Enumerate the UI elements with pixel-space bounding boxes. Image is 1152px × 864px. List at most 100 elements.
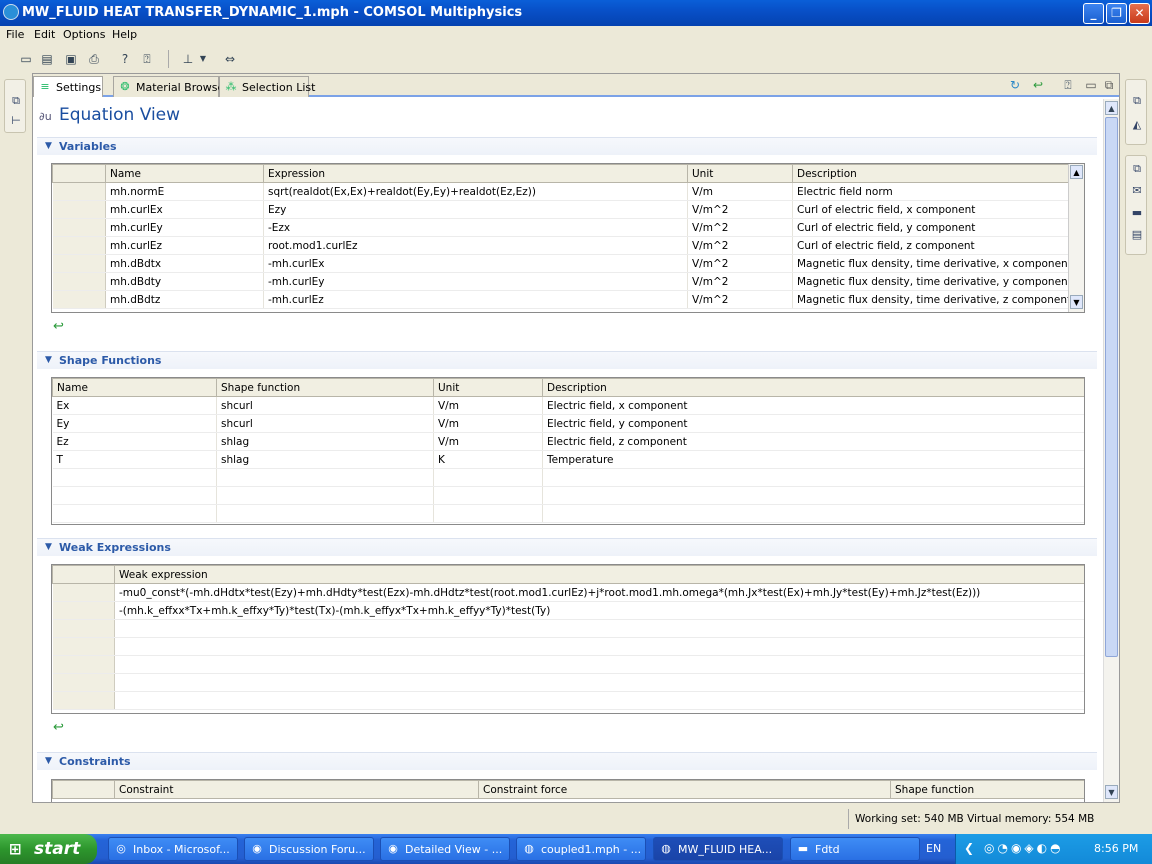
- settings-scrollbar[interactable]: ▲ ▼: [1103, 99, 1119, 802]
- tray-icons[interactable]: ◎◔◉◈◐◓: [984, 841, 1064, 855]
- chevron-down-icon[interactable]: ▼: [198, 51, 208, 67]
- table-row[interactable]: -(mh.k_effxx*Tx+mh.k_effxy*Ty)*test(Tx)-…: [52, 601, 1084, 620]
- col-header-name[interactable]: Name: [105, 164, 264, 183]
- table-row[interactable]: mh.normE sqrt(realdot(Ex,Ex)+realdot(Ey,E…: [52, 182, 1069, 201]
- taskbar-item-mw-fluid[interactable]: ◍ MW_FLUID HEA...: [653, 837, 783, 861]
- taskbar-item-discussion-forum[interactable]: ◉ Discussion Foru...: [244, 837, 374, 861]
- scroll-thumb[interactable]: [1105, 117, 1118, 657]
- menu-edit[interactable]: Edit: [34, 28, 55, 41]
- table-row[interactable]: mh.curlEz root.mod1.curlEz V/m^2 Curl of el…: [52, 236, 1069, 255]
- table-row[interactable]: mh.curlEy -Ezx V/m^2 Curl of electric field…: [52, 218, 1069, 237]
- section-shape-functions[interactable]: ▼ Shape Functions: [37, 351, 1097, 369]
- messages-icon[interactable]: ✉: [1130, 184, 1144, 198]
- print-icon[interactable]: ⎙: [86, 51, 102, 67]
- variables-scrollbar[interactable]: ▲ ▼: [1068, 164, 1084, 312]
- table-row[interactable]: mh.curlEx Ezy V/m^2 Curl of electric field,…: [52, 200, 1069, 219]
- col-header-shape-function[interactable]: Shape function: [890, 780, 1084, 799]
- close-button[interactable]: ✕: [1129, 3, 1150, 24]
- taskbar-item-coupled1[interactable]: ◍ coupled1.mph - ...: [516, 837, 646, 861]
- table-row[interactable]: Ex shcurl V/m Electric field, x component: [52, 396, 1084, 415]
- collapse-triangle-icon[interactable]: ▼: [45, 756, 52, 766]
- refresh-icon[interactable]: ↻: [1007, 77, 1023, 93]
- collapse-triangle-icon[interactable]: ▼: [45, 542, 52, 552]
- section-variables[interactable]: ▼ Variables: [37, 137, 1097, 155]
- col-header-constraint-force[interactable]: Constraint force: [478, 780, 891, 799]
- minimize-button[interactable]: _: [1083, 3, 1104, 24]
- cell-name: mh.curlEx: [105, 200, 264, 219]
- restore-icon[interactable]: ⧉: [9, 94, 23, 108]
- model-builder-icon[interactable]: ⊢: [9, 114, 23, 128]
- row-header[interactable]: [52, 218, 106, 237]
- help-icon[interactable]: ?: [117, 51, 133, 67]
- col-header-unit[interactable]: Unit: [433, 378, 543, 397]
- new-file-icon[interactable]: ▭: [18, 51, 34, 67]
- layout-icon[interactable]: ⇔: [222, 51, 238, 67]
- restore-icon[interactable]: ⧉: [1130, 94, 1144, 108]
- cell-name: mh.dBdty: [105, 272, 264, 291]
- scroll-up-icon[interactable]: ▲: [1105, 101, 1118, 115]
- col-header-shape-function[interactable]: Shape function: [216, 378, 434, 397]
- tray-expand-icon[interactable]: ❮: [964, 841, 974, 855]
- col-header-description[interactable]: Description: [792, 164, 1069, 183]
- row-header[interactable]: [52, 272, 106, 291]
- section-weak-expressions[interactable]: ▼ Weak Expressions: [37, 538, 1097, 556]
- log-icon[interactable]: ▤: [1130, 228, 1144, 242]
- tab-label: Selection List: [242, 81, 316, 94]
- reset-icon[interactable]: ↩: [53, 319, 64, 334]
- row-header[interactable]: [52, 290, 106, 309]
- comsol-app-icon[interactable]: [3, 4, 19, 20]
- menu-options[interactable]: Options: [63, 28, 105, 41]
- scroll-up-icon[interactable]: ▲: [1070, 165, 1083, 179]
- taskbar-item-detailed-view[interactable]: ◉ Detailed View - ...: [380, 837, 510, 861]
- brush-icon[interactable]: ⊥: [180, 51, 196, 67]
- language-indicator[interactable]: EN: [926, 842, 941, 855]
- help-icon[interactable]: ⍰: [1060, 77, 1076, 93]
- progress-icon[interactable]: ▬: [1130, 206, 1144, 220]
- maximize-view-icon[interactable]: ⧉: [1101, 77, 1117, 93]
- undo-icon[interactable]: ↩: [1030, 77, 1046, 93]
- table-row[interactable]: Ey shcurl V/m Electric field, y component: [52, 414, 1084, 433]
- row-header[interactable]: [52, 583, 115, 602]
- tab-selection-list[interactable]: ⁂ Selection List: [219, 76, 315, 97]
- reset-icon[interactable]: ↩: [53, 720, 64, 735]
- context-help-icon[interactable]: ⍰: [139, 51, 155, 67]
- row-header[interactable]: [52, 254, 106, 273]
- menu-file[interactable]: File: [6, 28, 24, 41]
- scroll-down-icon[interactable]: ▼: [1105, 785, 1118, 799]
- taskbar-item-fdtd[interactable]: ▬ Fdtd: [790, 837, 920, 861]
- row-header[interactable]: [52, 236, 106, 255]
- scroll-down-icon[interactable]: ▼: [1070, 295, 1083, 309]
- tab-settings[interactable]: ≡ Settings: [33, 76, 103, 97]
- table-row[interactable]: mh.dBdtx -mh.curlEx V/m^2 Magnetic flux den…: [52, 254, 1069, 273]
- minimize-view-icon[interactable]: ▭: [1083, 77, 1099, 93]
- row-header[interactable]: [52, 182, 106, 201]
- table-row[interactable]: mh.dBdtz -mh.curlEz V/m^2 Magnetic flux den…: [52, 290, 1069, 309]
- menu-help[interactable]: Help: [112, 28, 137, 41]
- col-header-constraint[interactable]: Constraint: [114, 780, 479, 799]
- window-title: MW_FLUID HEAT TRANSFER_DYNAMIC_1.mph - C…: [22, 5, 523, 20]
- graphics-icon[interactable]: ◭: [1130, 118, 1144, 132]
- col-header-description[interactable]: Description: [542, 378, 1084, 397]
- table-row[interactable]: Tshlag K Temperature: [52, 450, 1084, 469]
- variables-grid: Name Expression Unit Description mh.norm…: [52, 164, 1069, 309]
- restore-icon[interactable]: ⧉: [1130, 162, 1144, 176]
- table-row[interactable]: -mu0_const*(-mh.dHdtx*test(Ezy)+mh.dHdty…: [52, 583, 1084, 602]
- col-header-name[interactable]: Name: [52, 378, 217, 397]
- collapse-triangle-icon[interactable]: ▼: [45, 141, 52, 151]
- clock[interactable]: 8:56 PM: [1094, 842, 1138, 855]
- col-header-expression[interactable]: Expression: [263, 164, 688, 183]
- section-constraints[interactable]: ▼ Constraints: [37, 752, 1097, 770]
- table-row[interactable]: Ez shlag V/m Electric field, z component: [52, 432, 1084, 451]
- start-button[interactable]: ⊞ start: [0, 834, 97, 864]
- row-header[interactable]: [52, 200, 106, 219]
- taskbar-item-inbox[interactable]: ◎ Inbox - Microsof...: [108, 837, 238, 861]
- open-file-icon[interactable]: ▤: [39, 51, 55, 67]
- table-row[interactable]: mh.dBdty -mh.curlEy V/m^2 Magnetic flux den…: [52, 272, 1069, 291]
- tab-material-browser[interactable]: ❂ Material Browser: [113, 76, 229, 97]
- save-icon[interactable]: ▣: [63, 51, 79, 67]
- maximize-button[interactable]: ❐: [1106, 3, 1127, 24]
- row-header[interactable]: [52, 601, 115, 620]
- collapse-triangle-icon[interactable]: ▼: [45, 355, 52, 365]
- col-header-weak-expression[interactable]: Weak expression: [114, 565, 1084, 584]
- col-header-unit[interactable]: Unit: [687, 164, 793, 183]
